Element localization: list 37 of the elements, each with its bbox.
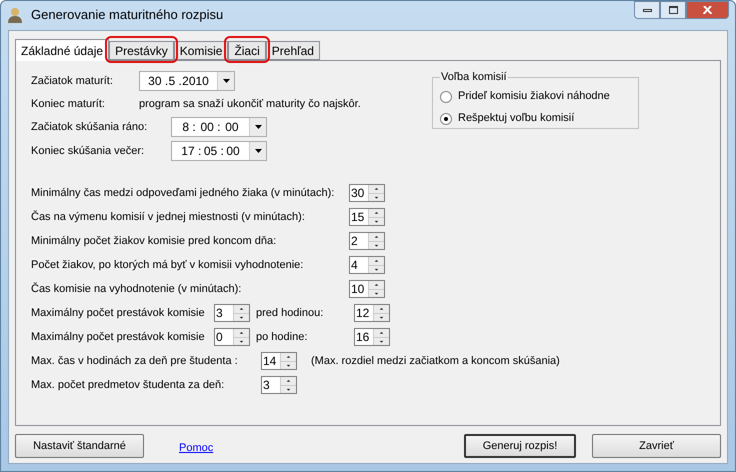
tab[interactable]: Základné údaje [15,39,110,61]
field-label: Čas na výmenu komisií v jednej miestnosti (v minútach): [31,209,306,225]
field-label: Max. počet predmetov študenta za deň: [31,378,226,393]
field-label: Maximálny počet prestávok komisie [31,306,206,321]
maximize-button[interactable] [660,1,686,19]
hint-text: (Max. rozdiel medzi začiatkom a koncom skúšania) [311,354,560,369]
info-text: program sa snaží ukončiť maturity čo najskôr. [139,96,361,112]
radio-button[interactable] [440,90,452,102]
field-label: po hodine: [255,330,308,345]
tab[interactable]: Žiaci [228,40,266,60]
field-label: Max. čas v hodinách za deň pre študenta : [31,354,239,369]
radio-button[interactable] [440,112,452,124]
field-label: Minimálny čas medzi odpoveďami jedného žiaka (v minútach): [31,186,336,201]
field-label: Minimálny počet žiakov komisie pred koncom dňa: [31,234,278,249]
field-label: Začiatok maturít: [31,74,114,89]
field-label: Koniec maturít: [31,96,106,112]
field-label: Čas komisie na vyhodnotenie (v minútach): [31,281,242,297]
field-label: Koniec skúšania večer: [31,144,146,159]
field-label: Maximálny počet prestávok komisie [31,330,206,345]
close-button[interactable] [686,1,729,19]
generate-button[interactable]: Generuj rozpis! [464,434,576,458]
group-title: Voľba komisií [440,70,508,85]
dialog-button[interactable]: Zavrieť [592,434,721,458]
tab[interactable]: Prestávky [109,40,174,60]
minimize-button[interactable] [634,1,660,19]
field-label: Začiatok skúšania ráno: [31,120,148,135]
help-link[interactable]: Pomoc [179,440,214,456]
tab[interactable]: Prehľad [266,40,320,60]
radio-option[interactable]: Prideľ komisiu žiakovi náhodne [440,86,631,108]
tab[interactable]: Komisie [174,40,228,60]
field-label: Počet žiakov, po ktorých má byť v komisii vyhodnotenie: [31,258,304,273]
person-icon [7,7,23,23]
field-label: pred hodinou: [255,306,324,321]
dialog-button[interactable]: Nastaviť štandarné [15,434,144,458]
radio-option[interactable]: Rešpektuj voľbu komisií [440,108,631,130]
window-title: Generovanie maturitného rozpisu [31,6,224,24]
close-icon [703,6,712,14]
